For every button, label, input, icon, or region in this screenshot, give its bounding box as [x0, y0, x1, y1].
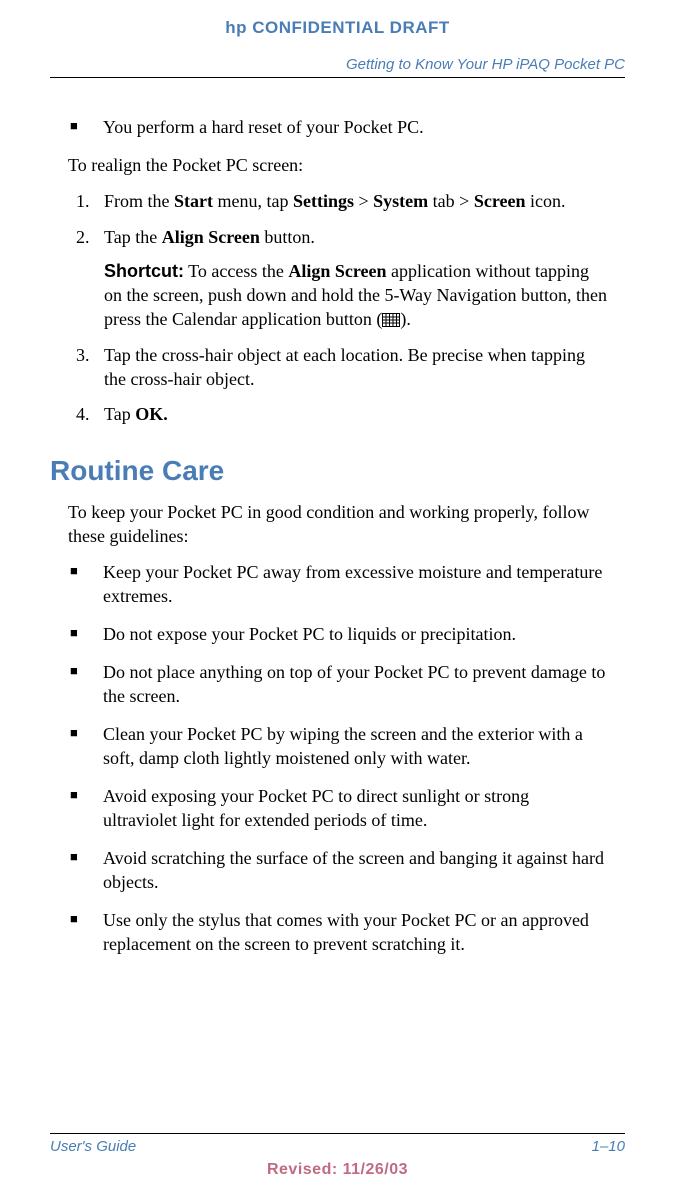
routine-bullet-list: Keep your Pocket PC away from excessive … [68, 561, 607, 956]
steps-list: 1. From the Start menu, tap Settings > S… [68, 190, 607, 428]
bold-text: OK. [135, 404, 168, 424]
bold-text: Start [174, 191, 213, 211]
shortcut-label: Shortcut: [104, 261, 184, 281]
list-item: Avoid exposing your Pocket PC to direct … [98, 785, 607, 833]
bold-text: Settings [293, 191, 354, 211]
step-text: ). [400, 309, 411, 329]
step-text: To access the [184, 261, 288, 281]
calendar-icon [382, 313, 400, 327]
doc-title: Getting to Know Your HP iPAQ Pocket PC [50, 38, 625, 78]
list-item: You perform a hard reset of your Pocket … [98, 116, 607, 140]
page-footer: User's Guide 1–10 Revised: 11/26/03 [50, 1133, 625, 1179]
step-4: 4. Tap OK. [98, 403, 607, 427]
step-text: Tap the [104, 227, 162, 247]
step-3: 3. Tap the cross-hair object at each loc… [98, 344, 607, 392]
list-item: Avoid scratching the surface of the scre… [98, 847, 607, 895]
page-content: You perform a hard reset of your Pocket … [50, 116, 625, 956]
step-text: > [354, 191, 373, 211]
footer-line: User's Guide 1–10 [50, 1133, 625, 1155]
step-text: icon. [525, 191, 565, 211]
list-item: Do not expose your Pocket PC to liquids … [98, 623, 607, 647]
bold-text: Align Screen [162, 227, 260, 247]
step-number: 3. [76, 344, 90, 368]
step-text: Tap [104, 404, 135, 424]
bold-text: Screen [474, 191, 526, 211]
routine-care-heading: Routine Care [50, 455, 607, 487]
confidential-header: hp CONFIDENTIAL DRAFT [50, 0, 625, 38]
routine-intro: To keep your Pocket PC in good condition… [68, 501, 607, 549]
realign-intro: To realign the Pocket PC screen: [68, 154, 607, 178]
step-2: 2. Tap the Align Screen button. Shortcut… [98, 226, 607, 332]
bold-text: Align Screen [288, 261, 386, 281]
list-item: Use only the stylus that comes with your… [98, 909, 607, 957]
bold-text: System [373, 191, 428, 211]
footer-revised: Revised: 11/26/03 [50, 1161, 625, 1179]
list-item: Keep your Pocket PC away from excessive … [98, 561, 607, 609]
shortcut-block: Shortcut: To access the Align Screen app… [104, 260, 607, 332]
list-item: Clean your Pocket PC by wiping the scree… [98, 723, 607, 771]
step-text: From the [104, 191, 174, 211]
step-1: 1. From the Start menu, tap Settings > S… [98, 190, 607, 214]
step-text: Tap the cross-hair object at each locati… [104, 345, 585, 389]
step-text: button. [260, 227, 315, 247]
footer-guide: User's Guide [50, 1138, 136, 1155]
top-bullet-list: You perform a hard reset of your Pocket … [68, 116, 607, 140]
step-text: menu, tap [213, 191, 293, 211]
step-text: tab > [428, 191, 474, 211]
step-number: 2. [76, 226, 90, 250]
footer-page: 1–10 [592, 1138, 625, 1155]
list-item: Do not place anything on top of your Poc… [98, 661, 607, 709]
step-number: 4. [76, 403, 90, 427]
step-number: 1. [76, 190, 90, 214]
